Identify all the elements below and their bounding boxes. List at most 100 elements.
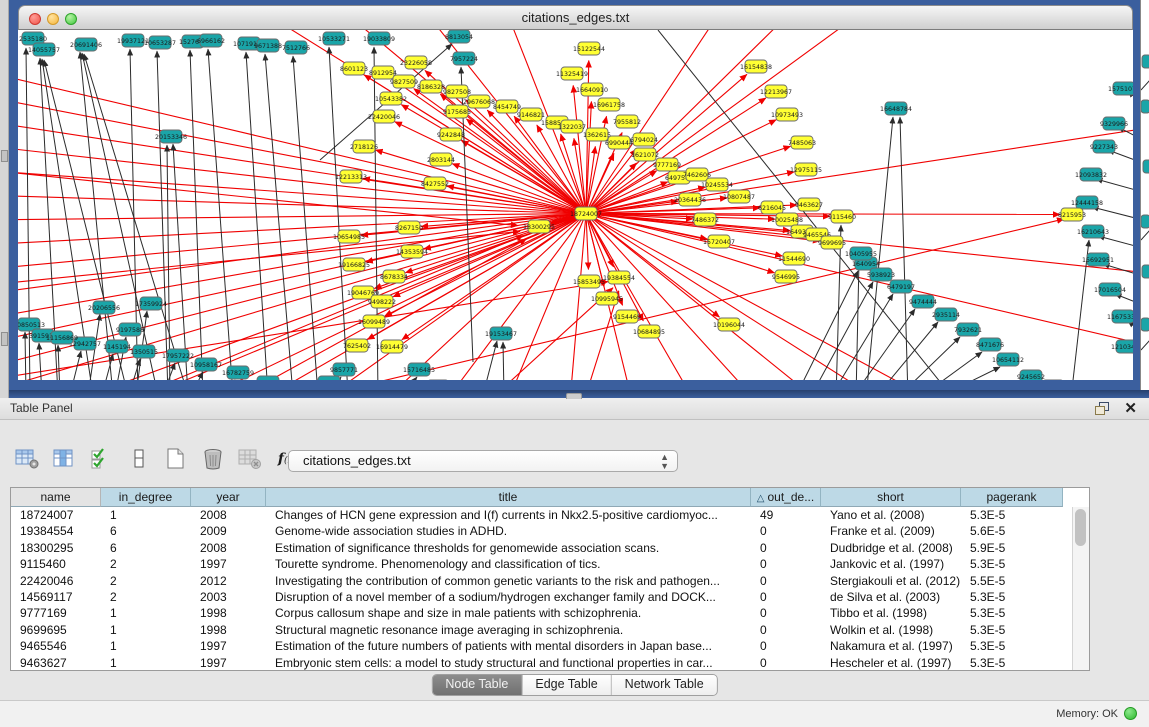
graph-node[interactable]: 12160650 <box>313 376 345 380</box>
graph-node[interactable]: 9463627 <box>795 198 823 211</box>
graph-node[interactable]: 11325419 <box>556 67 588 80</box>
graph-node[interactable]: 8427552 <box>421 177 449 190</box>
graph-node[interactable]: 6216045 <box>758 201 786 214</box>
graph-node[interactable]: 8678334 <box>380 270 408 283</box>
graph-node[interactable]: 10654985 <box>333 230 365 243</box>
graph-node[interactable]: 9474444 <box>909 295 937 308</box>
graph-node[interactable]: 9827509 <box>390 75 418 88</box>
graph-node[interactable]: 8186328 <box>417 80 445 93</box>
graph-node[interactable]: 9699695 <box>818 236 846 249</box>
graph-node[interactable]: 7955812 <box>613 115 641 128</box>
tab-edge-table[interactable]: Edge Table <box>522 675 611 695</box>
column-visibility-icon[interactable] <box>51 446 79 472</box>
graph-node[interactable]: 10543382 <box>375 92 407 105</box>
graph-node[interactable]: 15692951 <box>1082 253 1114 266</box>
network-canvas[interactable]: 2535180140557572069140619937121106532871… <box>18 30 1133 380</box>
graph-node[interactable]: 10995945 <box>591 292 623 305</box>
graph-node[interactable]: 1350515 <box>130 345 158 358</box>
graph-node[interactable]: 8813054 <box>445 30 473 43</box>
graph-node[interactable]: 22420046 <box>368 110 400 123</box>
table-row[interactable]: 977716911998Corpus callosum shape and si… <box>11 605 1089 621</box>
graph-node[interactable]: 9242848 <box>437 128 465 141</box>
graph-node[interactable]: 16210643 <box>1077 225 1109 238</box>
graph-node[interactable]: 9245652 <box>1017 370 1045 380</box>
graph-node[interactable]: 9175685 <box>443 105 471 118</box>
graph-node[interactable]: 15751074 <box>1108 82 1133 95</box>
column-header-title[interactable]: title <box>266 488 751 507</box>
window-titlebar[interactable]: citations_edges.txt <box>18 5 1133 30</box>
graph-node[interactable]: 15122544 <box>573 42 605 55</box>
scrollbar-thumb[interactable] <box>1075 509 1086 546</box>
graph-node[interactable]: 12093832 <box>1075 168 1107 181</box>
column-header-in-degree[interactable]: in_degree <box>101 488 191 507</box>
graph-node[interactable]: 19166825 <box>338 258 370 271</box>
graph-node[interactable]: 8601123 <box>340 62 368 75</box>
graph-node[interactable]: 9154469 <box>613 310 641 323</box>
delete-column-icon[interactable] <box>199 446 227 472</box>
graph-node[interactable]: 12923446 <box>252 376 284 380</box>
column-header-pagerank[interactable]: pagerank <box>961 488 1063 507</box>
column-header-short[interactable]: short <box>821 488 961 507</box>
graph-node[interactable]: 9115460 <box>828 210 856 223</box>
splitter-handle-icon[interactable] <box>1 150 8 162</box>
clear-selection-icon[interactable] <box>125 446 153 472</box>
graph-node[interactable]: 10405955 <box>845 247 877 260</box>
graph-node[interactable]: 1145194 <box>103 340 131 353</box>
column-header-out-de-[interactable]: △out_de... <box>751 488 821 507</box>
select-all-icon[interactable] <box>88 446 116 472</box>
graph-node[interactable]: 9498222 <box>368 295 396 308</box>
graph-node[interactable]: 12213967 <box>760 85 792 98</box>
float-panel-icon[interactable] <box>1095 402 1109 415</box>
tab-node-table[interactable]: Node Table <box>432 675 522 695</box>
graph-node[interactable]: 9827508 <box>443 85 471 98</box>
graph-node[interactable]: 6966162 <box>197 34 225 47</box>
graph-node[interactable]: 11156869 <box>46 331 78 344</box>
graph-node[interactable]: 17359924 <box>135 297 167 310</box>
graph-node[interactable]: 12975115 <box>790 163 822 176</box>
graph-node[interactable]: 9857771 <box>330 363 358 376</box>
table-row[interactable]: 946362711997Embryonic stem cells: a mode… <box>11 655 1089 671</box>
graph-node[interactable]: 8215953 <box>1058 208 1086 221</box>
column-header-year[interactable]: year <box>191 488 266 507</box>
graph-node[interactable]: 1621072 <box>631 148 659 161</box>
graph-node[interactable]: 16640910 <box>576 83 608 96</box>
graph-node[interactable]: 16099489 <box>358 315 390 328</box>
graph-node[interactable]: 7957224 <box>450 52 478 65</box>
graph-node[interactable]: 2803144 <box>427 153 455 166</box>
table-row[interactable]: 1456911722003Disruption of a novel membe… <box>11 589 1089 605</box>
tab-network-table[interactable]: Network Table <box>612 675 717 695</box>
graph-node[interactable]: 8471676 <box>976 338 1004 351</box>
graph-node[interactable]: 16154838 <box>740 60 772 73</box>
graph-node[interactable]: 16782759 <box>222 366 254 379</box>
graph-node[interactable]: 17957222 <box>162 349 194 362</box>
graph-node[interactable]: 10973493 <box>771 108 803 121</box>
graph-node[interactable]: 10684895 <box>633 325 665 338</box>
graph-node[interactable]: 7486372 <box>691 213 719 226</box>
graph-node[interactable]: 10533271 <box>318 32 350 45</box>
splitter-notch[interactable] <box>566 393 582 399</box>
graph-node[interactable]: 18300295 <box>523 220 555 233</box>
graph-node[interactable]: 16961758 <box>593 98 625 111</box>
graph-node[interactable]: 17016504 <box>1094 283 1126 296</box>
graph-node[interactable]: 10196044 <box>713 318 745 331</box>
graph-node[interactable]: 19033809 <box>363 32 395 45</box>
graph-node[interactable]: 23226058 <box>400 56 432 69</box>
splitter-handle-icon[interactable] <box>1 332 8 346</box>
node-table[interactable]: namein_degreeyeartitle△out_de...shortpag… <box>10 487 1090 671</box>
graph-node[interactable]: 20153346 <box>155 130 187 143</box>
graph-node[interactable]: 10025488 <box>771 213 803 226</box>
graph-node[interactable]: 2718126 <box>350 140 378 153</box>
graph-node[interactable]: 18724007 <box>570 207 602 220</box>
graph-node[interactable]: 19384554 <box>603 271 635 284</box>
column-header-name[interactable]: name <box>11 488 101 507</box>
graph-node[interactable]: 20206556 <box>88 301 120 314</box>
graph-node[interactable]: 11675335 <box>1107 310 1133 323</box>
new-column-icon[interactable] <box>162 446 190 472</box>
graph-node[interactable]: 7485063 <box>788 136 816 149</box>
table-row[interactable]: 1938455462009Genome-wide association stu… <box>11 523 1089 539</box>
graph-node[interactable]: 10654112 <box>992 353 1024 366</box>
graph-node[interactable]: 14353594 <box>396 245 428 258</box>
graph-node[interactable]: 16648784 <box>880 102 912 115</box>
graph-node[interactable]: 10958167 <box>190 358 222 371</box>
graph-node[interactable]: 19153467 <box>485 327 517 340</box>
